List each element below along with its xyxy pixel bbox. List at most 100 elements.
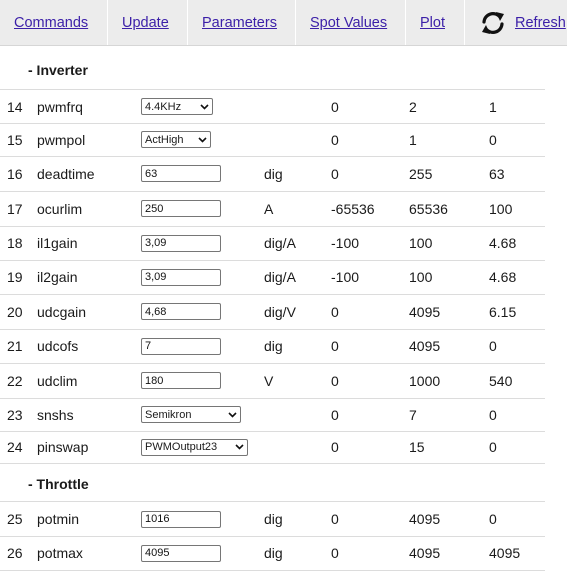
param-unit: A	[264, 200, 274, 217]
param-min: 0	[331, 131, 339, 148]
param-current: 540	[489, 372, 513, 389]
param-current: 100	[489, 200, 513, 217]
param-unit: dig	[264, 165, 283, 182]
param-unit: dig/A	[264, 235, 296, 251]
table-row: 14 pwmfrq 4.4KHz 0 2 1	[0, 90, 545, 124]
param-unit: dig	[264, 511, 283, 527]
param-min: 0	[331, 338, 339, 354]
param-name: pwmpol	[37, 131, 86, 148]
param-name: pinswap	[37, 439, 89, 455]
param-max: 4095	[409, 545, 441, 561]
param-value-input[interactable]	[141, 337, 221, 355]
param-max: 255	[409, 165, 433, 182]
nav-item-plot[interactable]: Plot	[406, 0, 465, 45]
param-index: 21	[7, 338, 23, 354]
table-row: 16 deadtime dig 0 255 63	[0, 156, 545, 192]
divider	[0, 570, 545, 571]
param-name: deadtime	[37, 165, 95, 182]
param-max: 4095	[409, 303, 441, 320]
param-value-select[interactable]: ActHigh	[141, 131, 211, 148]
param-value-input[interactable]	[141, 200, 221, 217]
nav-item-update[interactable]: Update	[108, 0, 188, 45]
param-control: ActHigh	[141, 123, 211, 156]
param-index: 15	[7, 131, 23, 148]
param-min: -65536	[331, 200, 375, 217]
param-name: potmin	[37, 511, 80, 527]
chevron-down-icon	[235, 440, 244, 455]
param-max: 4095	[409, 338, 441, 354]
section-header-inverter: - Inverter	[0, 46, 545, 90]
section-title: - Inverter	[28, 62, 88, 78]
param-control: Semikron	[141, 398, 241, 431]
param-value-input[interactable]	[141, 544, 221, 562]
param-min: 0	[331, 511, 339, 527]
param-value-input[interactable]	[141, 165, 221, 182]
refresh-icon[interactable]	[479, 9, 507, 37]
param-max: 1000	[409, 372, 441, 389]
param-control: 4.4KHz	[141, 90, 213, 123]
param-max: 2	[409, 98, 417, 115]
table-row: 21 udcofs dig 0 4095 0	[0, 329, 545, 364]
param-max: 65536	[409, 200, 448, 217]
param-min: -100	[331, 269, 360, 285]
param-value-select[interactable]: PWMOutput23	[141, 438, 248, 456]
param-value-input[interactable]	[141, 303, 221, 320]
table-row: 23 snshs Semikron 0 7 0	[0, 398, 545, 432]
param-value-input[interactable]	[141, 268, 221, 286]
plot-link[interactable]: Plot	[420, 15, 445, 31]
table-row: 20 udcgain dig/V 0 4095 6.15	[0, 294, 545, 330]
param-control	[141, 536, 221, 570]
param-name: snshs	[37, 406, 74, 423]
select-value: ActHigh	[145, 133, 184, 146]
param-current: 0	[489, 439, 497, 455]
param-min: 0	[331, 165, 339, 182]
table-row: 24 pinswap PWMOutput23 0 15 0	[0, 431, 545, 464]
param-max: 15	[409, 439, 425, 455]
nav-item-refresh[interactable]: Refresh	[465, 0, 567, 45]
nav-item-commands[interactable]: Commands	[0, 0, 108, 45]
param-index: 23	[7, 406, 23, 423]
param-index: 14	[7, 98, 23, 115]
param-unit: dig/A	[264, 269, 296, 285]
param-min: 0	[331, 98, 339, 115]
table-row: 18 il1gain dig/A -100 100 4.68	[0, 226, 545, 261]
param-unit: dig/V	[264, 303, 296, 320]
top-nav-bar: Commands Update Parameters Spot Values P…	[0, 0, 567, 46]
table-row: 22 udclim V 0 1000 540	[0, 363, 545, 399]
param-control	[141, 294, 221, 329]
param-current: 0	[489, 406, 497, 423]
param-min: 0	[331, 545, 339, 561]
nav-item-parameters[interactable]: Parameters	[188, 0, 296, 45]
param-name: il2gain	[37, 269, 78, 285]
param-index: 24	[7, 439, 23, 455]
table-row: 17 ocurlim A -65536 65536 100	[0, 191, 545, 227]
param-control	[141, 226, 221, 260]
param-min: -100	[331, 235, 360, 251]
param-value-select[interactable]: Semikron	[141, 406, 241, 423]
select-value: PWMOutput23	[145, 441, 218, 453]
chevron-down-icon	[198, 132, 207, 147]
chevron-down-icon	[200, 99, 209, 114]
param-value-input[interactable]	[141, 234, 221, 252]
param-control	[141, 502, 221, 536]
param-name: pwmfrq	[37, 98, 83, 115]
param-index: 16	[7, 165, 23, 182]
param-min: 0	[331, 303, 339, 320]
commands-link[interactable]: Commands	[14, 15, 88, 31]
refresh-link[interactable]: Refresh	[515, 15, 566, 31]
param-value-select[interactable]: 4.4KHz	[141, 98, 213, 115]
param-index: 20	[7, 303, 23, 320]
nav-item-spot-values[interactable]: Spot Values	[296, 0, 406, 45]
update-link[interactable]: Update	[122, 15, 169, 31]
spot-values-link[interactable]: Spot Values	[310, 15, 387, 31]
param-value-input[interactable]	[141, 372, 221, 389]
param-name: potmax	[37, 545, 83, 561]
param-current: 1	[489, 98, 497, 115]
param-control	[141, 329, 221, 363]
parameters-link[interactable]: Parameters	[202, 15, 277, 31]
param-unit: dig	[264, 338, 283, 354]
select-value: Semikron	[145, 408, 192, 421]
param-name: ocurlim	[37, 200, 83, 217]
param-name: udclim	[37, 372, 78, 389]
param-value-input[interactable]	[141, 510, 221, 528]
